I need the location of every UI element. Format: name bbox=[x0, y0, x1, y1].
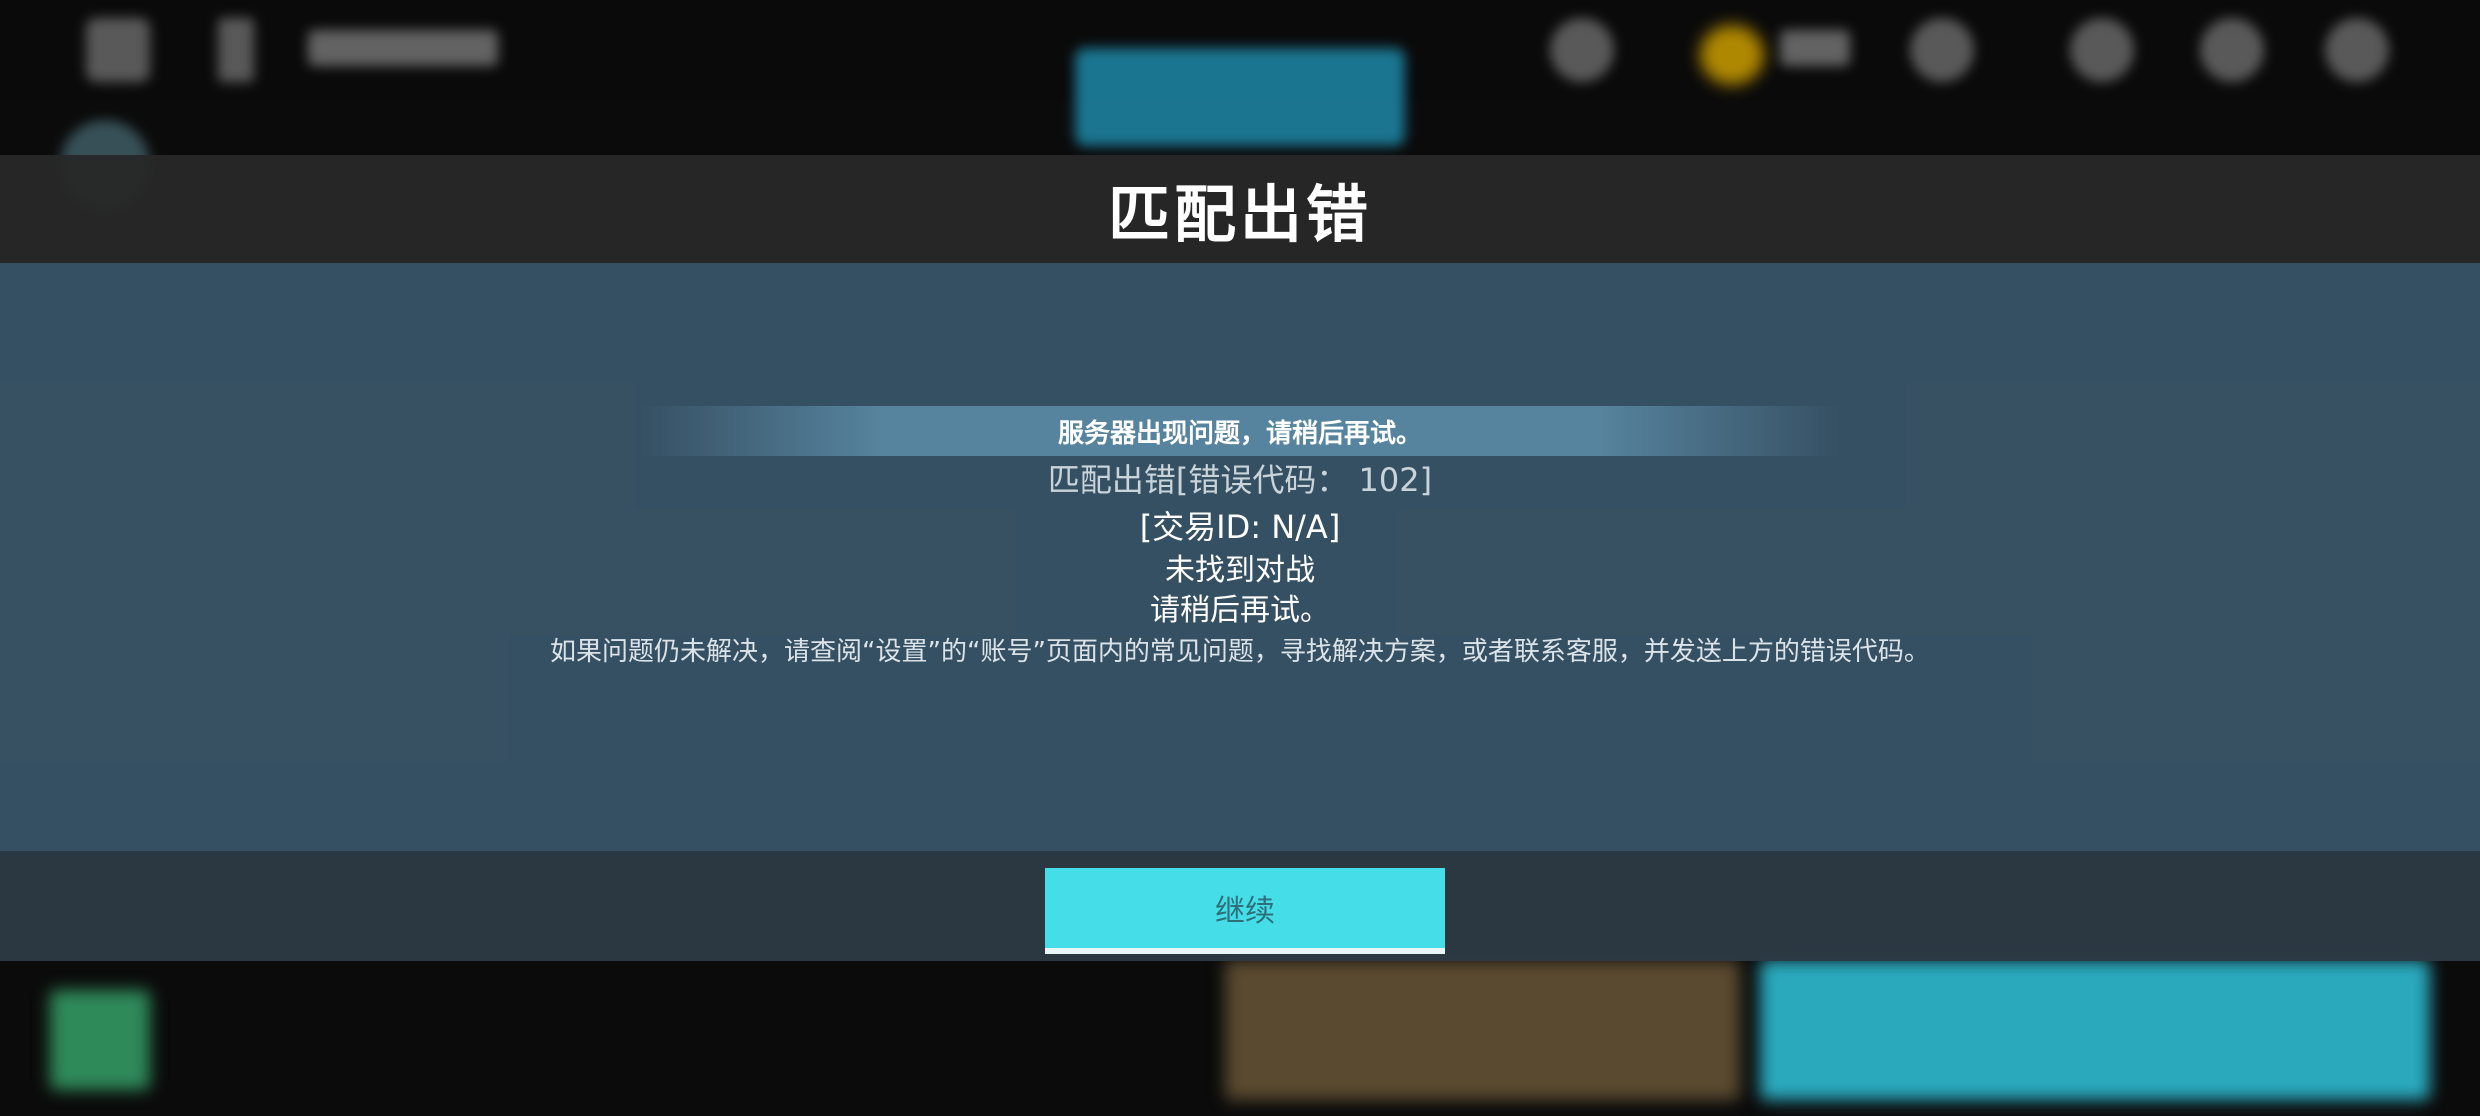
retry-later-text: 请稍后再试。 bbox=[1150, 593, 1330, 628]
help-text: 如果问题仍未解决，请查阅“设置”的“账号”页面内的常见问题，寻找解决方案，或者联… bbox=[550, 637, 1930, 667]
dialog-title-bar: 匹配出错 bbox=[0, 155, 2480, 263]
chat-icon bbox=[2200, 18, 2264, 82]
coin-icon bbox=[1700, 25, 1764, 85]
blurred-play-button bbox=[1075, 48, 1405, 146]
blurred-coin-count bbox=[1780, 30, 1850, 66]
error-banner: 服务器出现问题，请稍后再试。 bbox=[640, 406, 1840, 456]
error-banner-text: 服务器出现问题，请稍后再试。 bbox=[1057, 418, 1422, 449]
back-icon[interactable] bbox=[218, 18, 254, 82]
match-not-found-text: 未找到对战 bbox=[1165, 553, 1315, 588]
ticket-icon bbox=[2070, 18, 2134, 82]
transaction-id-text: [交易ID: N/A] bbox=[1139, 508, 1341, 546]
edit-icon bbox=[1550, 18, 1614, 82]
blurred-mode-title bbox=[308, 30, 498, 66]
blurred-card-left bbox=[1225, 960, 1740, 1100]
profile-icon bbox=[2325, 18, 2389, 82]
dialog-title: 匹配出错 bbox=[1107, 178, 1372, 251]
gem-icon bbox=[1910, 18, 1974, 82]
error-code-text: 匹配出错[错误代码： 102] bbox=[1047, 461, 1433, 499]
home-icon[interactable] bbox=[86, 18, 150, 82]
blurred-card-right bbox=[1760, 960, 2430, 1100]
continue-button[interactable]: 继续 bbox=[1045, 868, 1445, 954]
blurred-green-card bbox=[50, 990, 150, 1090]
